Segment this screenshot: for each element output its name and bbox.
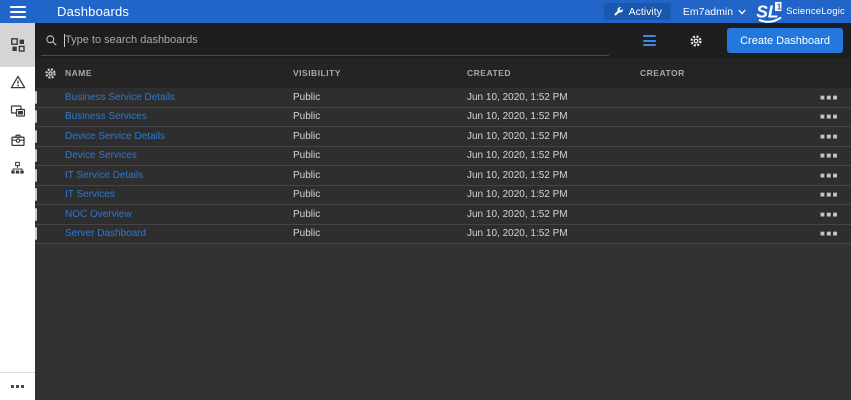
dashboard-name-link[interactable]: Business Service Details bbox=[65, 92, 175, 103]
row-checkbox[interactable] bbox=[35, 91, 37, 104]
visibility-cell: Public bbox=[293, 228, 467, 239]
briefcase-icon bbox=[10, 132, 26, 148]
visibility-cell: Public bbox=[293, 92, 467, 103]
visibility-cell: Public bbox=[293, 111, 467, 122]
create-dashboard-button[interactable]: Create Dashboard bbox=[727, 28, 843, 53]
created-cell: Jun 10, 2020, 1:52 PM bbox=[467, 131, 640, 142]
brand-name: ScienceLogic bbox=[786, 6, 845, 17]
row-checkbox[interactable] bbox=[35, 110, 37, 123]
page-title: Dashboards bbox=[57, 4, 129, 19]
row-actions-ellipsis-button[interactable]: ■■■ bbox=[811, 93, 851, 102]
dashboard-name-link[interactable]: NOC Overview bbox=[65, 209, 132, 220]
list-filter-icon[interactable] bbox=[639, 35, 659, 46]
dashboards-grid-icon bbox=[10, 37, 26, 53]
dashboards-toolbar: Create Dashboard bbox=[35, 23, 851, 58]
dashboard-name-link[interactable]: Business Services bbox=[65, 111, 147, 122]
gear-icon bbox=[689, 34, 703, 48]
wrench-icon bbox=[613, 6, 624, 17]
column-header-creator[interactable]: CREATOR bbox=[640, 68, 811, 78]
row-checkbox[interactable] bbox=[35, 208, 37, 221]
left-sidebar bbox=[0, 23, 35, 400]
table-row: Server Dashboard Public Jun 10, 2020, 1:… bbox=[35, 225, 851, 245]
visibility-cell: Public bbox=[293, 170, 467, 181]
visibility-cell: Public bbox=[293, 150, 467, 161]
table-row: Device Service Details Public Jun 10, 20… bbox=[35, 127, 851, 147]
created-cell: Jun 10, 2020, 1:52 PM bbox=[467, 209, 640, 220]
alert-triangle-icon bbox=[10, 74, 26, 90]
row-checkbox[interactable] bbox=[35, 149, 37, 162]
created-cell: Jun 10, 2020, 1:52 PM bbox=[467, 150, 640, 161]
row-actions-ellipsis-button[interactable]: ■■■ bbox=[811, 229, 851, 238]
table-row: IT Service Details Public Jun 10, 2020, … bbox=[35, 166, 851, 186]
row-actions-ellipsis-button[interactable]: ■■■ bbox=[811, 151, 851, 160]
sidebar-item-maps[interactable] bbox=[0, 154, 35, 183]
visibility-cell: Public bbox=[293, 189, 467, 200]
row-checkbox[interactable] bbox=[35, 188, 37, 201]
toolbar-settings-button[interactable] bbox=[689, 34, 703, 48]
table-row: Business Services Public Jun 10, 2020, 1… bbox=[35, 108, 851, 128]
user-menu-label: Em7admin bbox=[683, 6, 733, 18]
created-cell: Jun 10, 2020, 1:52 PM bbox=[467, 111, 640, 122]
created-cell: Jun 10, 2020, 1:52 PM bbox=[467, 189, 640, 200]
sl1-logo-icon: SL 1 bbox=[756, 1, 784, 23]
row-actions-ellipsis-button[interactable]: ■■■ bbox=[811, 112, 851, 121]
table-header: NAME VISIBILITY CREATED CREATOR bbox=[35, 58, 851, 88]
created-cell: Jun 10, 2020, 1:52 PM bbox=[467, 170, 640, 181]
dashboard-name-link[interactable]: Server Dashboard bbox=[65, 228, 146, 239]
devices-monitors-icon bbox=[10, 103, 26, 119]
sidebar-item-events[interactable] bbox=[0, 67, 35, 96]
hamburger-icon bbox=[10, 6, 26, 18]
sidebar-item-dashboards[interactable] bbox=[0, 23, 35, 67]
column-header-name[interactable]: NAME bbox=[65, 68, 293, 78]
created-cell: Jun 10, 2020, 1:52 PM bbox=[467, 228, 640, 239]
search-box bbox=[41, 26, 609, 56]
text-cursor bbox=[64, 34, 65, 47]
row-actions-ellipsis-button[interactable]: ■■■ bbox=[811, 132, 851, 141]
dashboard-name-link[interactable]: Device Service Details bbox=[65, 131, 165, 142]
created-cell: Jun 10, 2020, 1:52 PM bbox=[467, 92, 640, 103]
table-row: Business Service Details Public Jun 10, … bbox=[35, 88, 851, 108]
more-ellipsis-icon bbox=[11, 385, 14, 388]
table-row: Device Services Public Jun 10, 2020, 1:5… bbox=[35, 147, 851, 167]
app-window: Dashboards Activity Em7admin SL 1 bbox=[0, 0, 851, 400]
dashboard-name-link[interactable]: Device Services bbox=[65, 150, 137, 161]
row-actions-ellipsis-button[interactable]: ■■■ bbox=[811, 210, 851, 219]
activity-button[interactable]: Activity bbox=[604, 3, 671, 20]
sidebar-more-button[interactable] bbox=[0, 372, 35, 400]
sidebar-item-devices[interactable] bbox=[0, 96, 35, 125]
row-checkbox[interactable] bbox=[35, 130, 37, 143]
chevron-down-icon bbox=[738, 9, 746, 15]
activity-button-label: Activity bbox=[629, 6, 662, 18]
table-settings-button[interactable] bbox=[35, 67, 65, 80]
gear-icon bbox=[44, 67, 57, 80]
row-actions-ellipsis-button[interactable]: ■■■ bbox=[811, 171, 851, 180]
row-checkbox[interactable] bbox=[35, 227, 37, 240]
empty-area bbox=[35, 244, 851, 400]
row-checkbox[interactable] bbox=[35, 169, 37, 182]
dashboard-name-link[interactable]: IT Services bbox=[65, 189, 115, 200]
visibility-cell: Public bbox=[293, 209, 467, 220]
table-row: IT Services Public Jun 10, 2020, 1:52 PM… bbox=[35, 186, 851, 206]
row-actions-ellipsis-button[interactable]: ■■■ bbox=[811, 190, 851, 199]
search-input[interactable] bbox=[65, 34, 609, 46]
search-icon bbox=[45, 34, 58, 47]
table-row: NOC Overview Public Jun 10, 2020, 1:52 P… bbox=[35, 205, 851, 225]
hierarchy-icon bbox=[10, 161, 25, 176]
top-navigation-bar: Dashboards Activity Em7admin SL 1 bbox=[0, 0, 851, 23]
column-header-created[interactable]: CREATED bbox=[467, 68, 640, 78]
dashboard-name-link[interactable]: IT Service Details bbox=[65, 170, 143, 181]
svg-text:1: 1 bbox=[777, 2, 782, 11]
table-body: Business Service Details Public Jun 10, … bbox=[35, 88, 851, 244]
visibility-cell: Public bbox=[293, 131, 467, 142]
brand-logo: SL 1 ScienceLogic bbox=[756, 1, 845, 23]
sidebar-item-business-services[interactable] bbox=[0, 125, 35, 154]
user-menu[interactable]: Em7admin bbox=[683, 6, 746, 18]
hamburger-menu-button[interactable] bbox=[0, 0, 35, 23]
main-content: Create Dashboard NAME VISIBILITY CREATED… bbox=[35, 23, 851, 400]
column-header-visibility[interactable]: VISIBILITY bbox=[293, 68, 467, 78]
